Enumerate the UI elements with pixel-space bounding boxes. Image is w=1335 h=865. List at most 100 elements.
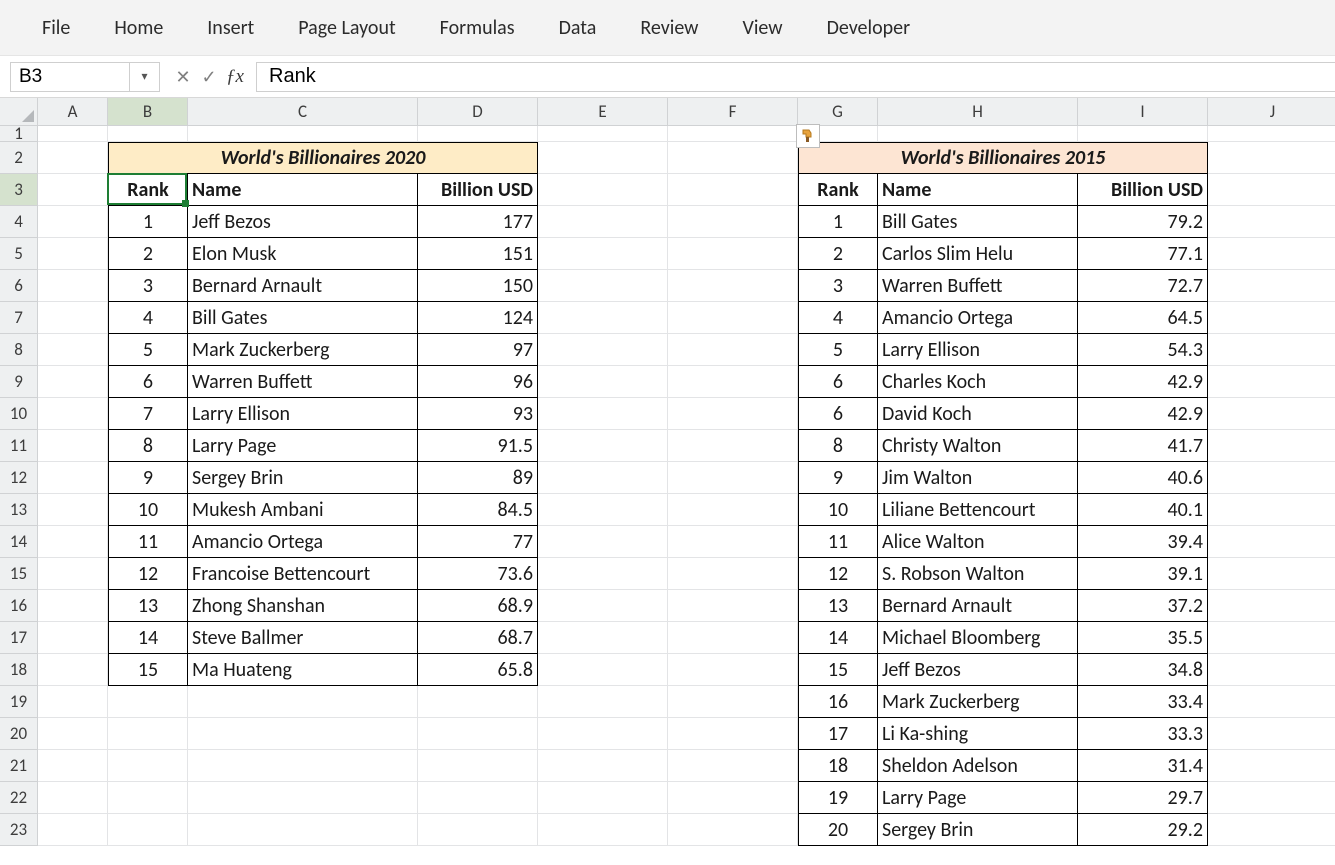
- cell[interactable]: [668, 366, 798, 398]
- row-header[interactable]: 4: [0, 206, 38, 238]
- cell[interactable]: 8: [798, 430, 878, 462]
- cell[interactable]: [418, 814, 538, 846]
- row-header[interactable]: 5: [0, 238, 38, 270]
- cell[interactable]: 14: [798, 622, 878, 654]
- cell[interactable]: Larry Page: [188, 430, 418, 462]
- cell[interactable]: 77: [418, 526, 538, 558]
- cell[interactable]: [38, 462, 108, 494]
- cell[interactable]: Sergey Brin: [878, 814, 1078, 846]
- cell[interactable]: 9: [108, 462, 188, 494]
- row-header[interactable]: 14: [0, 526, 38, 558]
- cell[interactable]: [668, 494, 798, 526]
- cell[interactable]: Warren Buffett: [878, 270, 1078, 302]
- cell[interactable]: [668, 462, 798, 494]
- ribbon-tab-insert[interactable]: Insert: [185, 6, 276, 50]
- cell[interactable]: 16: [798, 686, 878, 718]
- cell[interactable]: 35.5: [1078, 622, 1208, 654]
- cell[interactable]: 12: [108, 558, 188, 590]
- cell[interactable]: [38, 558, 108, 590]
- cell[interactable]: 150: [418, 270, 538, 302]
- cell[interactable]: 19: [798, 782, 878, 814]
- table-title-2015[interactable]: World's Billionaires 2015: [798, 142, 1208, 174]
- cell[interactable]: 4: [798, 302, 878, 334]
- cell[interactable]: [668, 590, 798, 622]
- cell[interactable]: 7: [108, 398, 188, 430]
- cell[interactable]: [1208, 814, 1335, 846]
- cell[interactable]: [1208, 430, 1335, 462]
- ribbon-tab-review[interactable]: Review: [618, 6, 720, 50]
- cell[interactable]: 29.2: [1078, 814, 1208, 846]
- cell[interactable]: 4: [108, 302, 188, 334]
- cell[interactable]: [668, 302, 798, 334]
- cell[interactable]: [538, 334, 668, 366]
- cell[interactable]: [1208, 654, 1335, 686]
- row-header[interactable]: 1: [0, 126, 38, 142]
- cell[interactable]: [538, 526, 668, 558]
- cell[interactable]: [538, 462, 668, 494]
- column-header[interactable]: A: [38, 98, 108, 126]
- cell[interactable]: [38, 366, 108, 398]
- cell[interactable]: Alice Walton: [878, 526, 1078, 558]
- cell[interactable]: 40.1: [1078, 494, 1208, 526]
- cell[interactable]: 17: [798, 718, 878, 750]
- cell[interactable]: [108, 814, 188, 846]
- cell[interactable]: [1208, 238, 1335, 270]
- cell[interactable]: Larry Page: [878, 782, 1078, 814]
- insert-function-button[interactable]: ƒx: [222, 62, 248, 92]
- cell[interactable]: 10: [798, 494, 878, 526]
- cell[interactable]: [668, 622, 798, 654]
- cell[interactable]: [668, 398, 798, 430]
- cell[interactable]: [1208, 622, 1335, 654]
- row-header[interactable]: 20: [0, 718, 38, 750]
- cell[interactable]: [538, 238, 668, 270]
- cell[interactable]: 42.9: [1078, 366, 1208, 398]
- cell[interactable]: [1208, 126, 1335, 142]
- row-header[interactable]: 9: [0, 366, 38, 398]
- cell[interactable]: Bernard Arnault: [878, 590, 1078, 622]
- cell[interactable]: 68.7: [418, 622, 538, 654]
- cell[interactable]: Carlos Slim Helu: [878, 238, 1078, 270]
- cell[interactable]: [38, 430, 108, 462]
- cell[interactable]: 41.7: [1078, 430, 1208, 462]
- cell[interactable]: Rank: [798, 174, 878, 206]
- cell[interactable]: 3: [108, 270, 188, 302]
- cell[interactable]: [38, 398, 108, 430]
- cell[interactable]: 65.8: [418, 654, 538, 686]
- cell[interactable]: [668, 430, 798, 462]
- cell[interactable]: Sergey Brin: [188, 462, 418, 494]
- cell[interactable]: [668, 270, 798, 302]
- cell[interactable]: [538, 814, 668, 846]
- cell[interactable]: 6: [798, 398, 878, 430]
- cell[interactable]: 151: [418, 238, 538, 270]
- cell[interactable]: [418, 750, 538, 782]
- cell[interactable]: 2: [798, 238, 878, 270]
- cell[interactable]: [668, 654, 798, 686]
- cell[interactable]: [38, 174, 108, 206]
- formula-input[interactable]: [256, 62, 1335, 92]
- row-header[interactable]: 21: [0, 750, 38, 782]
- ribbon-tab-page-layout[interactable]: Page Layout: [276, 6, 417, 50]
- column-header[interactable]: F: [668, 98, 798, 126]
- cell[interactable]: [418, 782, 538, 814]
- cell[interactable]: [38, 302, 108, 334]
- row-header[interactable]: 22: [0, 782, 38, 814]
- cell[interactable]: [1208, 270, 1335, 302]
- cell[interactable]: [1208, 526, 1335, 558]
- cell[interactable]: Billion USD: [1078, 174, 1208, 206]
- cell[interactable]: David Koch: [878, 398, 1078, 430]
- cell[interactable]: [38, 622, 108, 654]
- cell[interactable]: [668, 142, 798, 174]
- ribbon-tab-formulas[interactable]: Formulas: [418, 6, 537, 50]
- cell[interactable]: [38, 782, 108, 814]
- cell[interactable]: [1208, 782, 1335, 814]
- cell[interactable]: [538, 142, 668, 174]
- row-header[interactable]: 19: [0, 686, 38, 718]
- cell[interactable]: Elon Musk: [188, 238, 418, 270]
- cell[interactable]: 9: [798, 462, 878, 494]
- cell[interactable]: [418, 718, 538, 750]
- cell[interactable]: Zhong Shanshan: [188, 590, 418, 622]
- cell[interactable]: 64.5: [1078, 302, 1208, 334]
- cell[interactable]: [38, 126, 108, 142]
- cell[interactable]: 42.9: [1078, 398, 1208, 430]
- cell[interactable]: S. Robson Walton: [878, 558, 1078, 590]
